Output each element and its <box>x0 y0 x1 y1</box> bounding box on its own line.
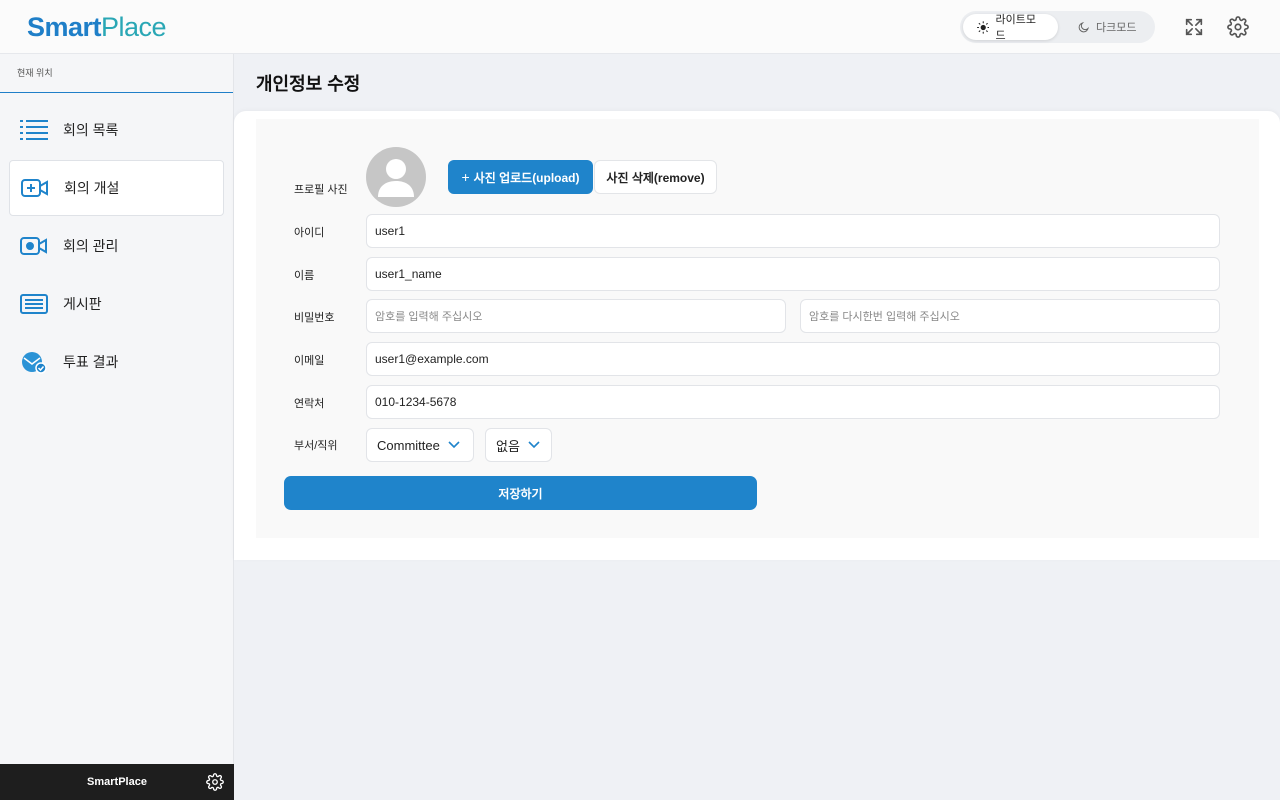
sidebar: 현재 위치 회의 목록 회의 개설 회의 관리 게시판 투표 결과 SmartP… <box>0 54 234 800</box>
dept-label: 부서/직위 <box>294 440 338 452</box>
avatar <box>366 147 426 207</box>
video-add-icon <box>20 176 50 200</box>
sun-icon <box>977 20 990 34</box>
sidebar-item-vote-results[interactable]: 투표 결과 <box>9 334 224 390</box>
email-field[interactable]: user1@example.com <box>366 342 1220 376</box>
user-icon <box>378 159 414 197</box>
upload-photo-button[interactable]: + 사진 업로드(upload) <box>448 160 593 194</box>
photo-label: 프로필 사진 <box>294 184 348 196</box>
password-label: 비밀번호 <box>294 312 335 324</box>
theme-toggle: 라이트모드 다크모드 <box>960 11 1155 43</box>
sidebar-item-label: 회의 개설 <box>64 180 120 196</box>
moon-icon <box>1078 22 1089 33</box>
sidebar-item-label: 투표 결과 <box>63 354 119 370</box>
profile-form: 프로필 사진 + 사진 업로드(upload) 사진 삭제(remove) 아이… <box>256 119 1259 538</box>
chevron-down-icon <box>448 441 460 449</box>
password-field[interactable]: 암호를 입력해 주십시오 <box>366 299 786 333</box>
sidebar-item-board[interactable]: 게시판 <box>9 276 224 332</box>
password-confirm-field[interactable]: 암호를 다시한번 입력해 주십시오 <box>800 299 1220 333</box>
phone-label: 연락처 <box>294 398 325 410</box>
list-icon <box>19 118 49 142</box>
fullscreen-icon[interactable] <box>1183 16 1205 38</box>
vote-result-icon <box>19 350 49 374</box>
light-mode-button[interactable]: 라이트모드 <box>963 14 1058 42</box>
position-select[interactable]: 없음 <box>485 428 552 462</box>
sidebar-nav: 회의 목록 회의 개설 회의 관리 게시판 투표 결과 <box>0 93 233 390</box>
id-field[interactable]: user1 <box>366 214 1220 248</box>
top-header: SmartPlace 라이트모드 다크모드 <box>0 0 1280 54</box>
breadcrumb: 현재 위치 <box>0 54 233 93</box>
gear-icon[interactable] <box>206 773 224 791</box>
id-label: 아이디 <box>294 227 325 239</box>
plus-icon: + <box>461 169 470 185</box>
name-label: 이름 <box>294 270 315 282</box>
board-icon <box>19 292 49 316</box>
settings-icon[interactable] <box>1227 16 1249 38</box>
department-select[interactable]: Committee <box>366 428 474 462</box>
remove-photo-button[interactable]: 사진 삭제(remove) <box>594 160 717 194</box>
profile-card: 프로필 사진 + 사진 업로드(upload) 사진 삭제(remove) 아이… <box>234 111 1280 560</box>
email-label: 이메일 <box>294 355 325 367</box>
chevron-down-icon <box>528 441 540 449</box>
video-settings-icon <box>19 234 49 258</box>
dark-mode-button[interactable]: 다크모드 <box>1064 14 1152 40</box>
footer-brand: SmartPlace <box>87 776 147 788</box>
phone-field[interactable]: 010-1234-5678 <box>366 385 1220 419</box>
page-title: 개인정보 수정 <box>256 74 361 94</box>
sidebar-item-label: 게시판 <box>63 296 102 312</box>
sidebar-footer: SmartPlace <box>0 764 234 800</box>
sidebar-item-create-meeting[interactable]: 회의 개설 <box>9 160 224 216</box>
sidebar-item-meeting-list[interactable]: 회의 목록 <box>9 102 224 158</box>
save-button[interactable]: 저장하기 <box>284 476 757 510</box>
name-field[interactable]: user1_name <box>366 257 1220 291</box>
sidebar-item-manage-meeting[interactable]: 회의 관리 <box>9 218 224 274</box>
sidebar-item-label: 회의 목록 <box>63 122 119 138</box>
sidebar-item-label: 회의 관리 <box>63 238 119 254</box>
app-logo[interactable]: SmartPlace <box>27 12 167 43</box>
